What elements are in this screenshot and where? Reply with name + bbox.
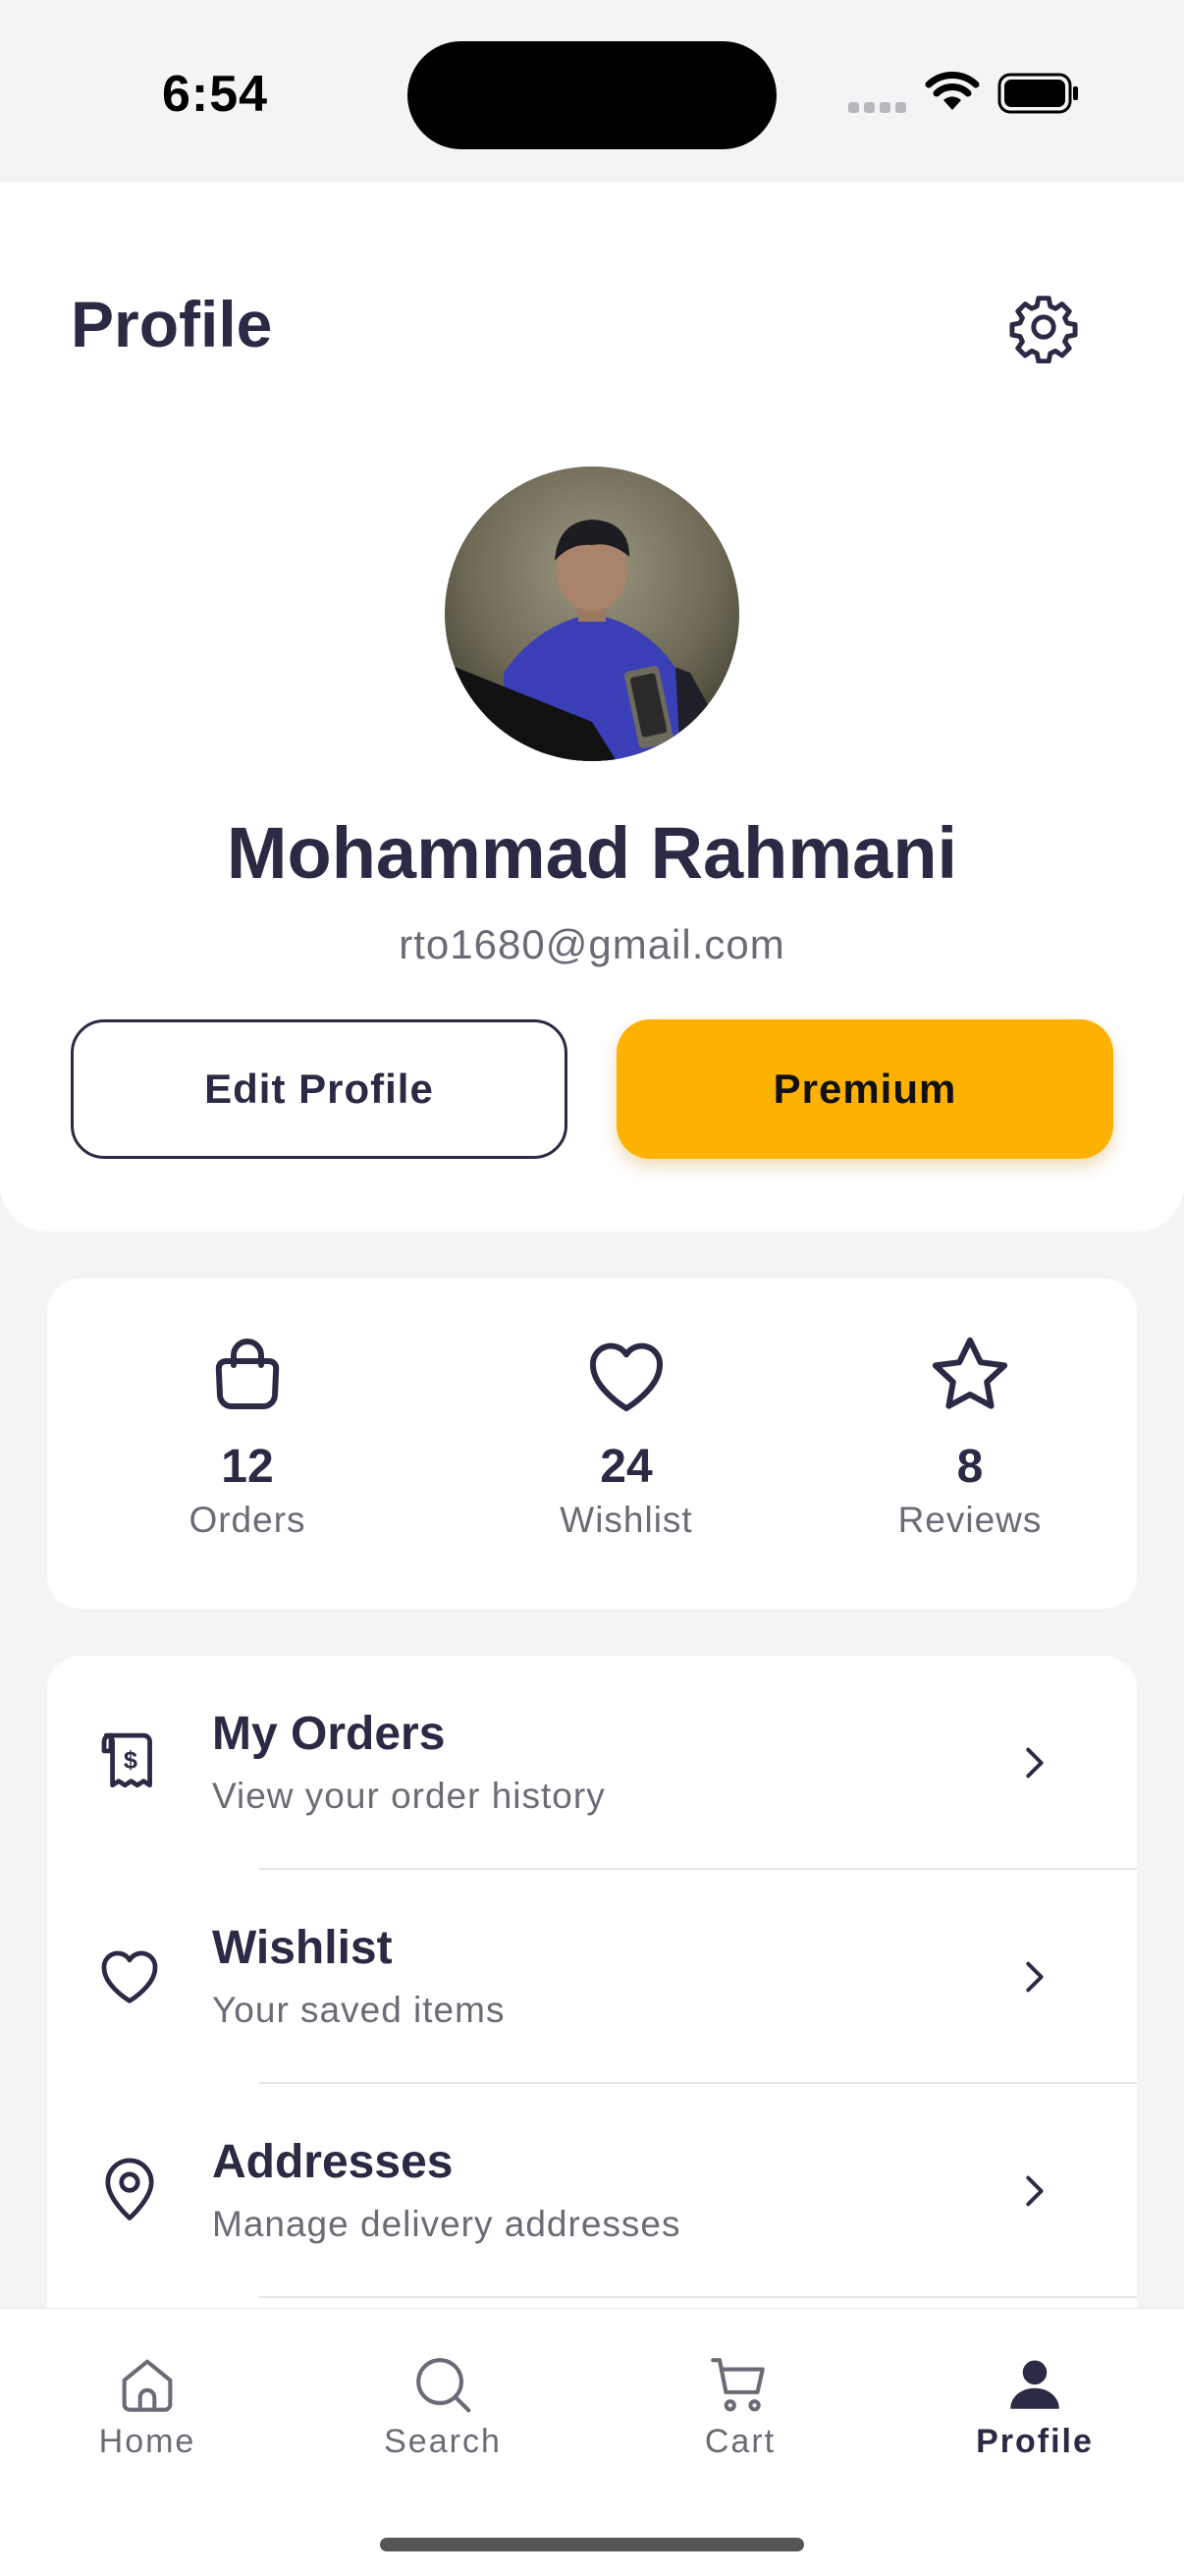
- menu-item-wishlist[interactable]: Wishlist Your saved items: [47, 1870, 1137, 2084]
- stat-value: 12: [221, 1441, 274, 1493]
- user-email: rto1680@gmail.com: [399, 921, 785, 967]
- tab-label: Cart: [704, 2423, 777, 2460]
- chevron-right-icon: [1026, 2175, 1044, 2207]
- menu-item-title: Wishlist: [212, 1922, 393, 1974]
- tab-label: Home: [98, 2423, 196, 2460]
- home-icon: [122, 2359, 173, 2412]
- menu-item-my-orders[interactable]: $ My Orders View your order history: [47, 1656, 1137, 1870]
- cart-icon: [711, 2358, 765, 2412]
- menu-item-subtitle: Your saved items: [212, 1990, 506, 2030]
- shopping-bag-icon: [215, 1339, 280, 1410]
- battery-icon: [997, 73, 1078, 114]
- chevron-right-icon: [1026, 1747, 1044, 1779]
- heart-icon: [589, 1343, 664, 1411]
- tab-label: Profile: [976, 2423, 1094, 2460]
- gear-icon[interactable]: [1007, 291, 1080, 363]
- map-pin-icon: [105, 2158, 154, 2220]
- status-bar: 6:54: [0, 0, 1184, 183]
- tab-label: Search: [384, 2423, 502, 2460]
- wifi-icon: [925, 72, 980, 110]
- tab-bar: Home Search Cart Profile: [0, 2308, 1184, 2576]
- premium-button[interactable]: Premium: [617, 1019, 1113, 1159]
- chevron-right-icon: [1026, 1961, 1044, 1993]
- user-icon: [1010, 2360, 1059, 2409]
- dynamic-island: [407, 41, 777, 149]
- svg-text:$: $: [124, 1746, 137, 1774]
- status-time: 6:54: [162, 66, 269, 123]
- edit-profile-button[interactable]: Edit Profile: [71, 1019, 567, 1159]
- page-title: Profile: [71, 288, 273, 360]
- menu-item-title: My Orders: [212, 1708, 446, 1760]
- menu-item-addresses[interactable]: Addresses Manage delivery addresses: [47, 2084, 1137, 2298]
- menu-item-title: Addresses: [212, 2136, 454, 2188]
- stat-wishlist[interactable]: 24 Wishlist: [479, 1328, 774, 1541]
- user-name: Mohammad Rahmani: [226, 812, 958, 894]
- heart-icon: [101, 1950, 158, 2003]
- stats-card: 12 Orders 24 Wishlist 8 Reviews: [47, 1279, 1137, 1609]
- tab-cart[interactable]: Cart: [642, 2340, 838, 2461]
- stat-value: 8: [956, 1441, 984, 1493]
- stat-label: Orders: [188, 1500, 306, 1540]
- stat-label: Wishlist: [560, 1500, 693, 1540]
- tab-home[interactable]: Home: [49, 2340, 245, 2461]
- stat-orders[interactable]: 12 Orders: [100, 1328, 395, 1541]
- receipt-dollar-icon: $: [101, 1732, 152, 1788]
- home-indicator[interactable]: [380, 2538, 804, 2551]
- menu-item-subtitle: View your order history: [212, 1776, 606, 1816]
- avatar[interactable]: [445, 466, 739, 761]
- divider: [259, 2296, 1137, 2298]
- profile-header-card: Profile Mohammad Rahmani rto1680@gmail.c…: [0, 183, 1184, 1232]
- stat-value: 24: [600, 1441, 653, 1493]
- stat-label: Reviews: [897, 1500, 1043, 1540]
- search-icon: [416, 2358, 471, 2413]
- tab-search[interactable]: Search: [345, 2340, 541, 2461]
- tab-profile[interactable]: Profile: [937, 2340, 1133, 2461]
- menu-item-subtitle: Manage delivery addresses: [212, 2204, 681, 2244]
- star-icon: [932, 1337, 1008, 1409]
- stat-reviews[interactable]: 8 Reviews: [823, 1328, 1117, 1541]
- cellular-signal-icon: [848, 102, 907, 114]
